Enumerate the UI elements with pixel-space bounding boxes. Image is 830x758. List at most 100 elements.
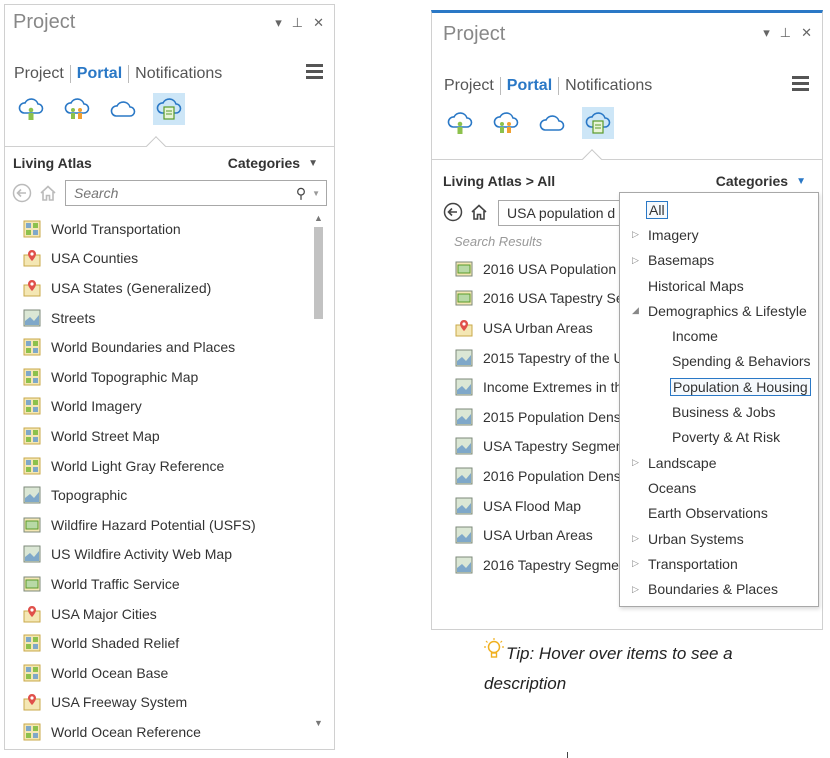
list-item[interactable]: World Ocean Reference xyxy=(23,717,313,747)
scroll-thumb[interactable] xyxy=(314,227,323,319)
all-portal-icon[interactable] xyxy=(536,107,568,139)
search-icon[interactable]: ⚲ xyxy=(296,185,306,202)
map-image-layer-icon xyxy=(455,289,473,307)
list-item-label: USA Urban Areas xyxy=(483,319,593,336)
list-item[interactable]: USA Counties xyxy=(23,244,313,274)
list-item-label: 2015 Tapestry of the U xyxy=(483,349,624,366)
tab-portal[interactable]: Portal xyxy=(71,65,128,83)
list-item[interactable]: World Street Map xyxy=(23,421,313,451)
close-icon[interactable]: ✕ xyxy=(801,25,812,41)
list-item-label: World Transportation xyxy=(51,220,181,237)
pane-menu-icon[interactable]: ▾ xyxy=(275,15,282,31)
list-item-label: Topographic xyxy=(51,487,128,504)
chevron-down-icon: ▼ xyxy=(796,175,806,187)
list-item-label: USA Freeway System xyxy=(51,694,188,711)
expand-icon[interactable]: ▷ xyxy=(632,229,639,240)
list-item[interactable]: World Imagery xyxy=(23,392,313,422)
list-item-label: Streets xyxy=(51,309,96,326)
tab-portal[interactable]: Portal xyxy=(501,77,558,95)
pin-icon[interactable]: ⊥ xyxy=(780,25,791,41)
list-item[interactable]: World Topographic Map xyxy=(23,362,313,392)
groups-icon[interactable] xyxy=(490,107,522,139)
home-icon[interactable] xyxy=(38,183,58,203)
back-icon[interactable] xyxy=(443,202,463,222)
category-option[interactable]: Population & Housing xyxy=(620,374,818,399)
list-item[interactable]: World Shaded Relief xyxy=(23,628,313,658)
breadcrumb: Living Atlas > All xyxy=(443,173,556,189)
list-item[interactable]: World Boundaries and Places xyxy=(23,332,313,362)
search-options-icon[interactable]: ▼ xyxy=(312,189,320,198)
category-option[interactable]: Business & Jobs xyxy=(620,399,818,424)
categories-dropdown[interactable]: Categories ▼ xyxy=(228,155,318,171)
list-item[interactable]: World Ocean Base xyxy=(23,658,313,688)
options-menu-icon[interactable] xyxy=(306,64,323,82)
list-item[interactable]: World Transportation xyxy=(23,214,313,244)
list-item-label: 2016 Population Dens xyxy=(483,467,621,484)
search-input[interactable] xyxy=(72,184,296,202)
list-item[interactable]: World Light Gray Reference xyxy=(23,451,313,481)
list-item[interactable]: Wildfire Hazard Potential (USFS) xyxy=(23,510,313,540)
collapse-icon[interactable]: ◢ xyxy=(632,305,639,316)
portal-divider xyxy=(432,159,822,160)
scroll-up-icon[interactable]: ▲ xyxy=(313,213,324,223)
category-option[interactable]: Income xyxy=(620,323,818,348)
pane-menu-icon[interactable]: ▾ xyxy=(763,25,770,41)
category-option[interactable]: Spending & Behaviors xyxy=(620,349,818,374)
list-item[interactable]: Streets xyxy=(23,303,313,333)
category-option[interactable]: Earth Observations xyxy=(620,501,818,526)
categories-dropdown[interactable]: Categories ▼ xyxy=(716,173,806,189)
expand-icon[interactable]: ▷ xyxy=(632,457,639,468)
category-option[interactable]: Historical Maps xyxy=(620,273,818,298)
category-option[interactable]: Oceans xyxy=(620,475,818,500)
options-menu-icon[interactable] xyxy=(792,76,809,94)
category-option[interactable]: ▷ Basemaps xyxy=(620,248,818,273)
pin-icon[interactable]: ⊥ xyxy=(292,15,303,31)
divider-tick xyxy=(567,752,568,758)
tab-notifications[interactable]: Notifications xyxy=(129,65,228,83)
expand-icon[interactable]: ▷ xyxy=(632,533,639,544)
tab-notifications[interactable]: Notifications xyxy=(559,77,658,95)
web-map-icon xyxy=(455,526,473,544)
tile-layer-icon xyxy=(23,368,41,386)
list-item-label: World Shaded Relief xyxy=(51,635,180,652)
list-item[interactable]: World Traffic Service xyxy=(23,569,313,599)
list-item-label: 2015 Population Dens xyxy=(483,408,621,425)
my-content-icon[interactable] xyxy=(444,107,476,139)
category-option[interactable]: ▷ Boundaries & Places xyxy=(620,576,818,601)
living-atlas-icon[interactable] xyxy=(582,107,614,139)
back-icon[interactable] xyxy=(12,183,32,203)
my-content-icon[interactable] xyxy=(15,93,47,125)
all-portal-icon[interactable] xyxy=(107,93,139,125)
list-item[interactable]: USA Freeway System xyxy=(23,688,313,718)
expand-icon[interactable]: ▷ xyxy=(632,255,639,266)
list-item[interactable]: US Wildfire Activity Web Map xyxy=(23,540,313,570)
window-controls: ▾ ⊥ ✕ xyxy=(275,15,324,31)
category-option[interactable]: ▷ Transportation xyxy=(620,551,818,576)
feature-layer-icon xyxy=(23,693,41,711)
expand-icon[interactable]: ▷ xyxy=(632,584,639,595)
close-icon[interactable]: ✕ xyxy=(313,15,324,31)
vertical-scrollbar[interactable]: ▲ ▼ xyxy=(313,213,324,733)
category-option[interactable]: ◢ Demographics & Lifestyle xyxy=(620,298,818,323)
list-item[interactable]: USA States (Generalized) xyxy=(23,273,313,303)
category-option-label: Spending & Behaviors xyxy=(672,353,811,370)
list-item-label: Wildfire Hazard Potential (USFS) xyxy=(51,516,256,533)
living-atlas-icon[interactable] xyxy=(153,93,185,125)
home-icon[interactable] xyxy=(469,202,489,222)
category-option[interactable]: ▷ Landscape xyxy=(620,450,818,475)
category-option[interactable]: All xyxy=(620,197,818,222)
groups-icon[interactable] xyxy=(61,93,93,125)
portal-item-list: World Transportation USA Counties USA Stat… xyxy=(23,214,313,747)
list-item[interactable]: Topographic xyxy=(23,480,313,510)
category-option[interactable]: ▷ Urban Systems xyxy=(620,526,818,551)
expand-icon[interactable]: ▷ xyxy=(632,558,639,569)
category-option[interactable]: Poverty & At Risk xyxy=(620,425,818,450)
category-option[interactable]: ▷ Imagery xyxy=(620,222,818,247)
pane-title: Project xyxy=(443,23,506,45)
tab-project[interactable]: Project xyxy=(14,65,70,83)
list-item[interactable]: USA Major Cities xyxy=(23,599,313,629)
web-map-icon xyxy=(23,309,41,327)
tab-project[interactable]: Project xyxy=(444,77,500,95)
scroll-down-icon[interactable]: ▼ xyxy=(313,718,324,728)
list-item-label: Income Extremes in th xyxy=(483,379,623,396)
